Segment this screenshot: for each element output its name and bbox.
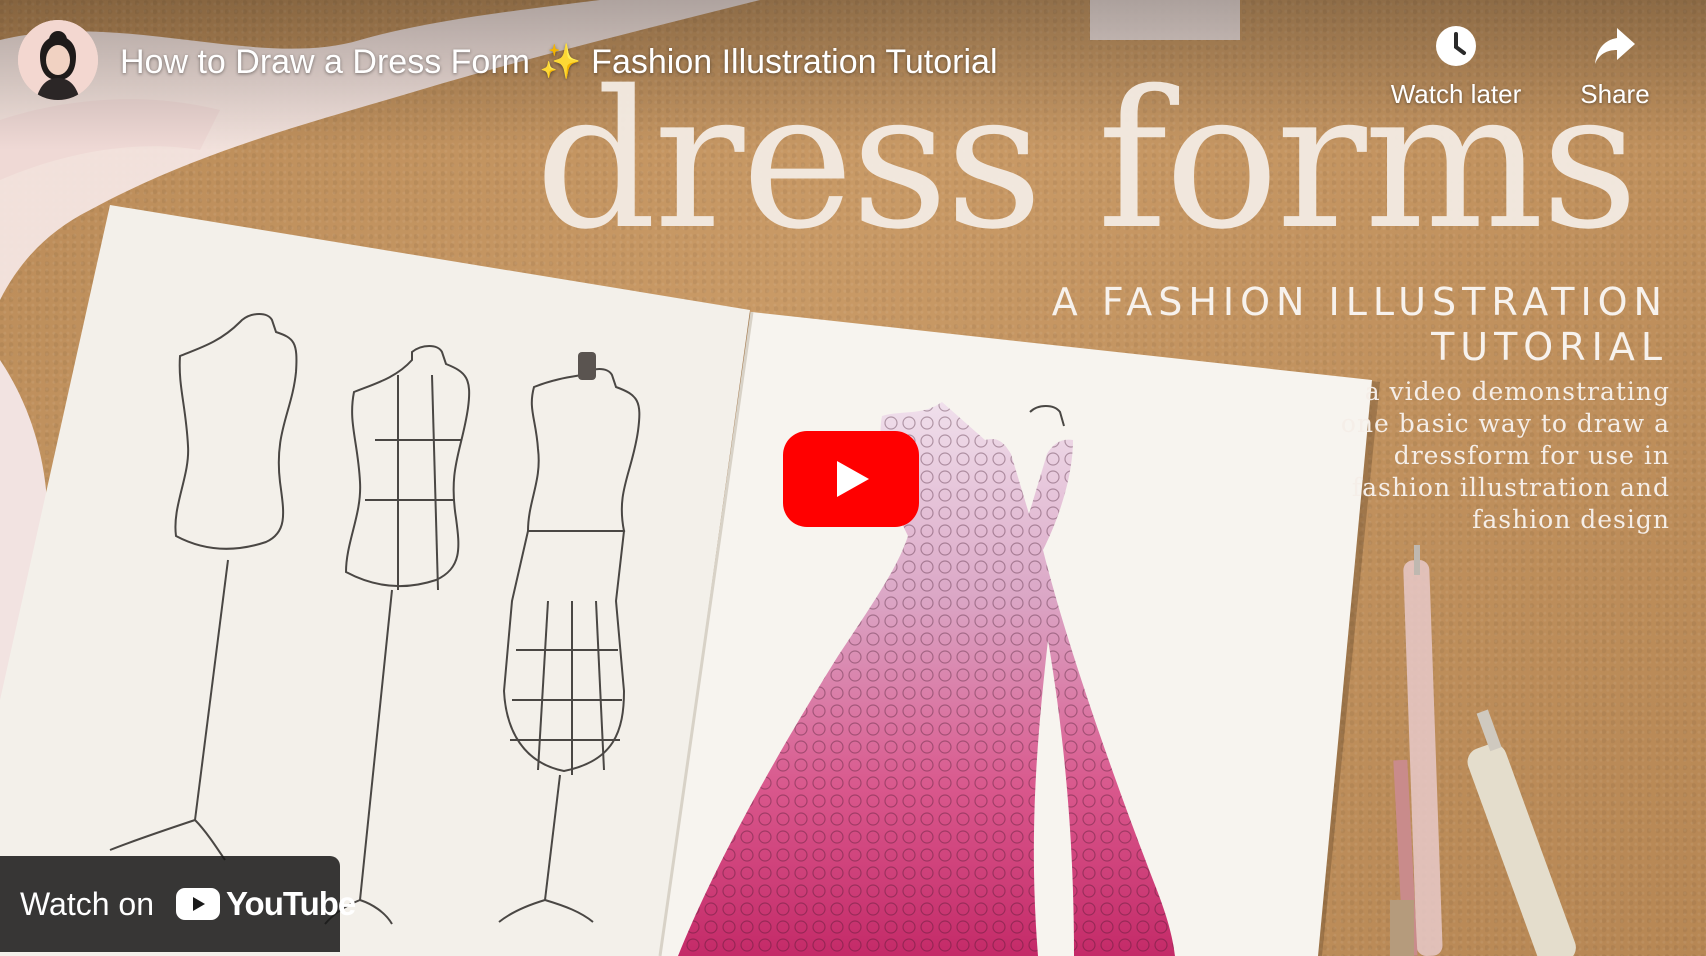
share-arrow-icon [1595,28,1635,64]
watch-on-label: Watch on [20,885,154,922]
youtube-logo-icon [175,888,220,920]
youtube-brand-text: YouTube [225,885,356,922]
clock-icon [1436,26,1476,66]
thumbnail-subtitle-line1: A FASHION ILLUSTRATION [1051,280,1668,324]
watch-on-youtube-button[interactable]: Watch on YouTube [0,856,356,952]
video-player[interactable]: dress forms A FASHION ILLUSTRATION TUTOR… [0,0,1706,956]
channel-avatar[interactable] [18,20,98,100]
share-label: Share [1580,79,1650,109]
watch-later-label: Watch later [1390,79,1522,109]
watch-later-button[interactable]: Watch later [1376,24,1536,110]
share-button[interactable]: Share [1535,24,1695,110]
play-icon [783,431,919,527]
thumbnail-subtitle-line2: TUTORIAL [1431,325,1668,369]
play-button[interactable] [783,431,919,527]
youtube-logo: YouTube [175,885,356,923]
video-title[interactable]: How to Draw a Dress Form ✨ Fashion Illus… [120,40,998,84]
thumbnail-blurb: a video demonstrating one basic way to d… [1340,377,1670,534]
avatar-illustration [18,20,98,100]
